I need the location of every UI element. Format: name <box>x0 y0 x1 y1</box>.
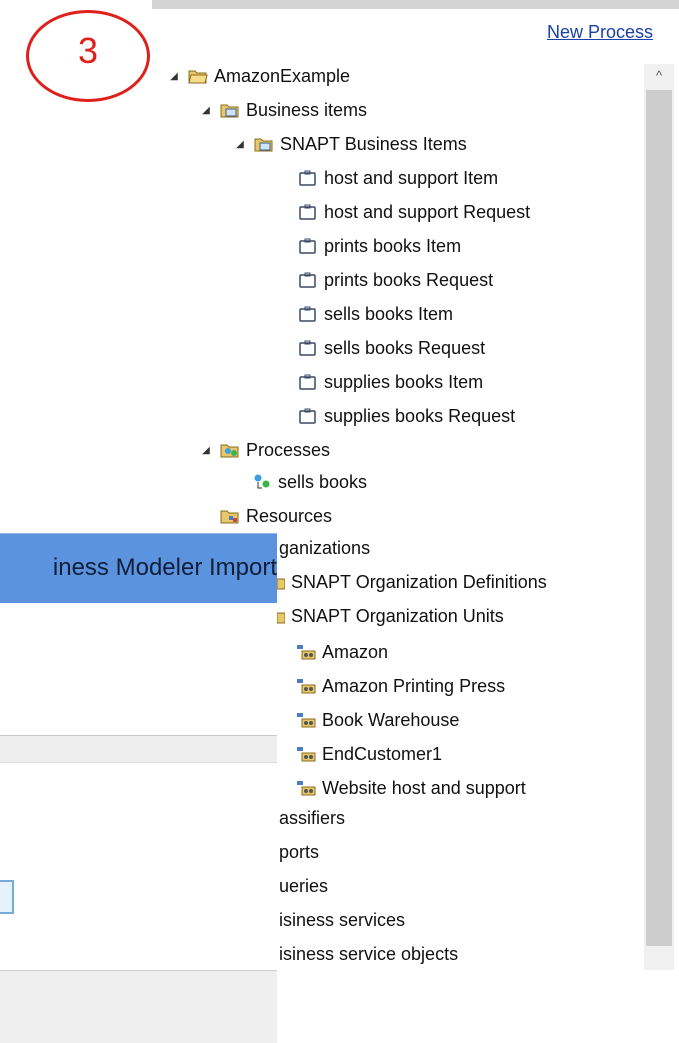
tree-item-business-item[interactable]: sells books Request <box>298 334 485 362</box>
open-folder-icon <box>188 67 208 85</box>
tree-item-business-item[interactable]: supplies books Request <box>298 402 515 430</box>
tree-label-org-unit: Book Warehouse <box>322 709 460 730</box>
scroll-thumb[interactable] <box>646 90 672 946</box>
tree-label-snapt-business-items: SNAPT Business Items <box>280 133 467 154</box>
tree-label-org-unit: Amazon <box>322 641 389 662</box>
tree-label-item: prints books Request <box>324 269 494 290</box>
business-item-icon <box>298 305 318 323</box>
business-item-icon <box>298 373 318 391</box>
organization-unit-icon <box>296 711 316 729</box>
business-items-folder-icon <box>254 135 274 153</box>
tree-label-org-definitions: SNAPT Organization Definitions <box>291 571 547 592</box>
collapse-arrow-icon[interactable]: ◢ <box>234 139 246 150</box>
tree-item-business-item[interactable]: supplies books Item <box>298 368 483 396</box>
collapse-arrow-icon[interactable]: ◢ <box>200 445 212 456</box>
business-items-folder-icon <box>220 101 240 119</box>
tree-item-org-unit[interactable]: Book Warehouse <box>296 706 459 734</box>
tree-label-business-service-objects[interactable]: isiness service objects <box>279 944 458 965</box>
tree-label-queries[interactable]: ueries <box>279 876 328 897</box>
business-item-icon <box>298 203 318 221</box>
business-item-icon <box>298 169 318 187</box>
tree-node-amazonexample[interactable]: ◢ AmazonExample <box>168 62 350 90</box>
organization-unit-icon <box>296 643 316 661</box>
folder-icon <box>277 607 285 625</box>
dialog-footer <box>0 970 277 1043</box>
import-dialog-title-bar[interactable]: iness Modeler Import <box>0 533 277 604</box>
tree-label-business-items: Business items <box>246 99 368 120</box>
process-icon <box>252 473 272 491</box>
dialog-input-field[interactable] <box>0 880 14 914</box>
tree-label-item: host and support Item <box>324 167 499 188</box>
business-item-icon <box>298 339 318 357</box>
tree-node-processes[interactable]: ◢ Processes <box>200 436 330 464</box>
panel-bottom-area <box>277 970 679 1042</box>
tree-item-org-unit[interactable]: Amazon Printing Press <box>296 672 505 700</box>
tree-label-item: sells books Item <box>324 303 454 324</box>
business-item-icon <box>298 407 318 425</box>
tree-item-org-unit[interactable]: Website host and support <box>296 774 526 802</box>
tree-label-classifiers[interactable]: assifiers <box>279 808 345 829</box>
tree-label-item: supplies books Request <box>324 405 516 426</box>
tree-label-processes: Processes <box>246 439 331 460</box>
tree-label-item: sells books Request <box>324 337 486 358</box>
folder-icon <box>277 573 285 591</box>
tree-item-org-unit[interactable]: EndCustomer1 <box>296 740 442 768</box>
tree-label-item: prints books Item <box>324 235 462 256</box>
scroll-up-arrow-icon[interactable]: ^ <box>644 64 674 86</box>
dialog-separator-bar <box>0 735 277 763</box>
tree-item-business-item[interactable]: host and support Request <box>298 198 530 226</box>
tree-node-resources[interactable]: Resources <box>220 502 332 530</box>
tree-node-snapt-business-items[interactable]: ◢ SNAPT Business Items <box>234 130 467 158</box>
new-process-link[interactable]: New Process <box>547 22 653 43</box>
resources-folder-icon <box>220 507 240 525</box>
tree-item-org-unit[interactable]: Amazon <box>296 638 388 666</box>
import-dialog-body <box>0 603 277 970</box>
tree-item-process[interactable]: sells books <box>252 468 367 496</box>
tree-label-org-unit: Amazon Printing Press <box>322 675 506 696</box>
tree-node-business-items[interactable]: ◢ Business items <box>200 96 367 124</box>
annotation-step-number: 3 <box>77 30 99 71</box>
tree-label-item: host and support Request <box>324 201 531 222</box>
business-item-icon <box>298 271 318 289</box>
collapse-arrow-icon[interactable]: ◢ <box>200 105 212 116</box>
tree-item-business-item[interactable]: prints books Item <box>298 232 461 260</box>
organization-unit-icon <box>296 745 316 763</box>
organization-unit-icon <box>296 779 316 797</box>
tree-label-process: sells books <box>278 471 368 492</box>
tree-label-org-unit: Website host and support <box>322 777 526 798</box>
tree-node-org-units[interactable]: SNAPT Organization Units <box>277 602 504 630</box>
tree-label-org-units: SNAPT Organization Units <box>291 605 504 626</box>
collapse-arrow-icon[interactable]: ◢ <box>168 71 180 82</box>
tree-item-business-item[interactable]: prints books Request <box>298 266 493 294</box>
tree-label-resources: Resources <box>246 505 333 526</box>
business-item-icon <box>298 237 318 255</box>
tree-label-business-services[interactable]: isiness services <box>279 910 405 931</box>
tree-node-org-definitions[interactable]: SNAPT Organization Definitions <box>277 568 547 596</box>
tree-label-item: supplies books Item <box>324 371 484 392</box>
processes-folder-icon <box>220 441 240 459</box>
dialog-title: iness Modeler Import <box>52 554 277 581</box>
tree-item-business-item[interactable]: sells books Item <box>298 300 453 328</box>
vertical-scrollbar[interactable]: ^ <box>644 64 674 970</box>
tree-label-root: AmazonExample <box>214 65 351 86</box>
organization-unit-icon <box>296 677 316 695</box>
tree-label-reports[interactable]: ports <box>279 842 319 863</box>
tree-label-organizations[interactable]: ganizations <box>279 538 370 559</box>
tree-label-org-unit: EndCustomer1 <box>322 743 443 764</box>
tree-item-business-item[interactable]: host and support Item <box>298 164 498 192</box>
